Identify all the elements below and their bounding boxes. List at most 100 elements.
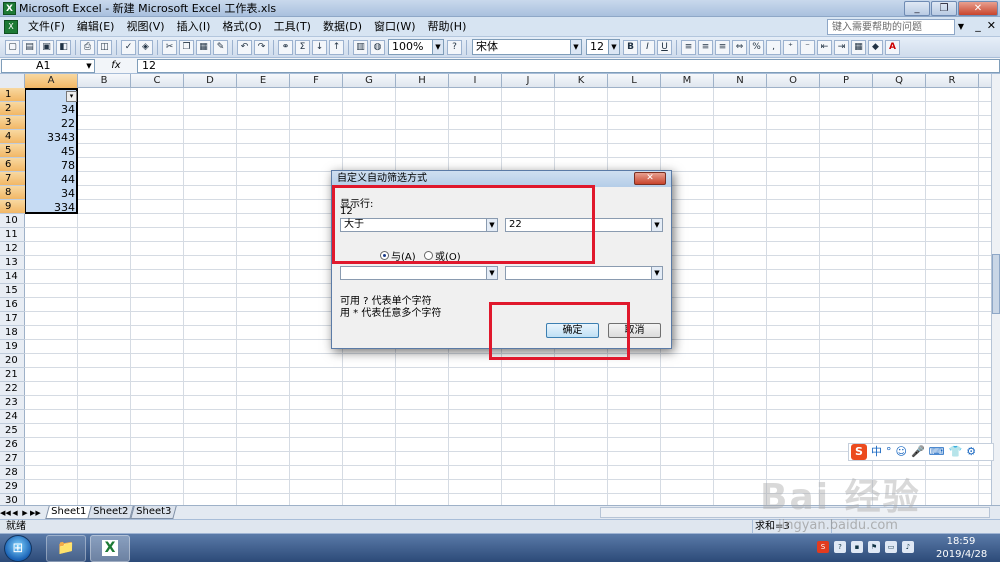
help-search-input[interactable]: 键入需要帮助的问题 [827, 19, 955, 35]
research-icon[interactable]: ◈ [138, 39, 153, 55]
cut-icon[interactable]: ✂ [162, 39, 177, 55]
font-color-icon[interactable]: A [885, 39, 900, 55]
last-sheet-icon[interactable]: ▶▶ [30, 509, 41, 517]
print-icon[interactable]: ⎙ [80, 39, 95, 55]
row-header[interactable]: 13 [0, 256, 25, 270]
print-preview-icon[interactable]: ◫ [97, 39, 112, 55]
row-header[interactable]: 15 [0, 284, 25, 298]
decrease-indent-icon[interactable]: ⇤ [817, 39, 832, 55]
row-header[interactable]: 4 [0, 130, 25, 144]
menu-insert[interactable]: 插入(I) [171, 17, 217, 37]
taskbar-clock[interactable]: 18:59 2019/4/28 [936, 535, 987, 561]
column-header-o[interactable]: O [767, 74, 820, 88]
help-dropdown-icon[interactable]: ▼ [955, 19, 967, 35]
bold-button[interactable]: B [623, 39, 638, 55]
row-header[interactable]: 2 [0, 102, 25, 116]
column-header-i[interactable]: I [449, 74, 502, 88]
row-header[interactable]: 6 [0, 158, 25, 172]
column-header-r[interactable]: R [926, 74, 979, 88]
chart-wizard-icon[interactable]: ▥ [353, 39, 368, 55]
row-header[interactable]: 22 [0, 382, 25, 396]
tab-sheet3[interactable]: Sheet3 [129, 506, 177, 519]
zoom-select[interactable]: 100% ▼ [388, 39, 444, 55]
row-header[interactable]: 10 [0, 214, 25, 228]
comma-style-icon[interactable]: , [766, 39, 781, 55]
menu-window[interactable]: 窗口(W) [368, 17, 421, 37]
insert-function-icon[interactable]: fx [95, 60, 137, 71]
chevron-down-icon[interactable]: ▼ [651, 219, 662, 231]
workbook-minimize-button[interactable]: _ [975, 19, 981, 32]
ime-skin-icon[interactable]: 👕 [949, 444, 963, 460]
cell-a1[interactable] [26, 89, 77, 103]
dialog-close-button[interactable]: ✕ [634, 172, 666, 185]
cell-a6[interactable]: 78 [26, 159, 77, 173]
condition2-operator-select[interactable]: ▼ [340, 266, 498, 280]
chevron-down-icon[interactable]: ▼ [651, 267, 662, 279]
help-icon[interactable]: ? [447, 39, 462, 55]
ime-emoji-icon[interactable]: ☺ [896, 444, 907, 460]
ime-keyboard-icon[interactable]: ⌨ [929, 444, 945, 460]
ime-voice-icon[interactable]: 🎤 [911, 444, 925, 460]
first-sheet-icon[interactable]: ◀◀ [0, 509, 11, 517]
row-header[interactable]: 24 [0, 410, 25, 424]
sort-ascending-icon[interactable]: ↓ [312, 39, 327, 55]
row-header[interactable]: 26 [0, 438, 25, 452]
redo-icon[interactable]: ↷ [254, 39, 269, 55]
row-header[interactable]: 29 [0, 480, 25, 494]
hyperlink-icon[interactable]: ⚭ [278, 39, 293, 55]
column-header-g[interactable]: G [343, 74, 396, 88]
menu-file[interactable]: 文件(F) [22, 17, 71, 37]
workbook-icon[interactable]: X [4, 19, 18, 34]
column-header-e[interactable]: E [237, 74, 290, 88]
minimize-button[interactable]: _ [904, 1, 930, 16]
row-header[interactable]: 14 [0, 270, 25, 284]
sogou-tray-icon[interactable]: S [817, 541, 829, 553]
chevron-down-icon[interactable]: ▼ [432, 40, 443, 54]
column-header-c[interactable]: C [131, 74, 184, 88]
sogou-logo-icon[interactable]: S [851, 444, 867, 460]
menu-help[interactable]: 帮助(H) [422, 17, 473, 37]
open-icon[interactable]: ▤ [22, 39, 37, 55]
cell-a9[interactable]: 334 [26, 201, 77, 215]
menu-tools[interactable]: 工具(T) [268, 17, 317, 37]
row-header[interactable]: 5 [0, 144, 25, 158]
row-header[interactable]: 12 [0, 242, 25, 256]
row-header[interactable]: 23 [0, 396, 25, 410]
column-header-n[interactable]: N [714, 74, 767, 88]
vertical-scrollbar[interactable] [991, 74, 1000, 505]
column-header-q[interactable]: Q [873, 74, 926, 88]
tab-sheet1[interactable]: Sheet1 [45, 506, 93, 519]
row-header[interactable]: 16 [0, 298, 25, 312]
font-size-select[interactable]: 12 ▼ [586, 39, 620, 55]
row-header[interactable]: 3 [0, 116, 25, 130]
row-header[interactable]: 18 [0, 326, 25, 340]
display-tray-icon[interactable]: ▭ [885, 541, 897, 553]
formula-input[interactable]: 12 [137, 58, 1000, 73]
chevron-down-icon[interactable]: ▼ [570, 40, 581, 54]
cell-a4[interactable]: 3343 [26, 131, 77, 145]
ime-settings-icon[interactable]: ⚙ [966, 444, 976, 460]
cell-a2[interactable]: 34 [26, 103, 77, 117]
network-tray-icon[interactable]: ▪ [851, 541, 863, 553]
italic-button[interactable]: I [640, 39, 655, 55]
format-painter-icon[interactable]: ✎ [213, 39, 228, 55]
paste-icon[interactable]: ▦ [196, 39, 211, 55]
drawing-icon[interactable]: ◍ [370, 39, 385, 55]
excel-taskbar-icon[interactable]: X [90, 535, 130, 562]
row-header[interactable]: 21 [0, 368, 25, 382]
column-header-j[interactable]: J [502, 74, 555, 88]
fill-color-icon[interactable]: ◆ [868, 39, 883, 55]
start-button[interactable]: ⊞ [4, 535, 32, 562]
cell-a8[interactable]: 34 [26, 187, 77, 201]
menu-format[interactable]: 格式(O) [216, 17, 267, 37]
column-header-b[interactable]: B [78, 74, 131, 88]
align-center-icon[interactable]: ≡ [698, 39, 713, 55]
decrease-decimal-icon[interactable]: ⁻ [800, 39, 815, 55]
selected-range[interactable]: ▾ 34 22 3343 45 78 44 34 334 [25, 88, 78, 214]
align-right-icon[interactable]: ≡ [715, 39, 730, 55]
row-header[interactable]: 27 [0, 452, 25, 466]
underline-button[interactable]: U [657, 39, 672, 55]
column-header-f[interactable]: F [290, 74, 343, 88]
row-header[interactable]: 17 [0, 312, 25, 326]
menu-view[interactable]: 视图(V) [120, 17, 170, 37]
